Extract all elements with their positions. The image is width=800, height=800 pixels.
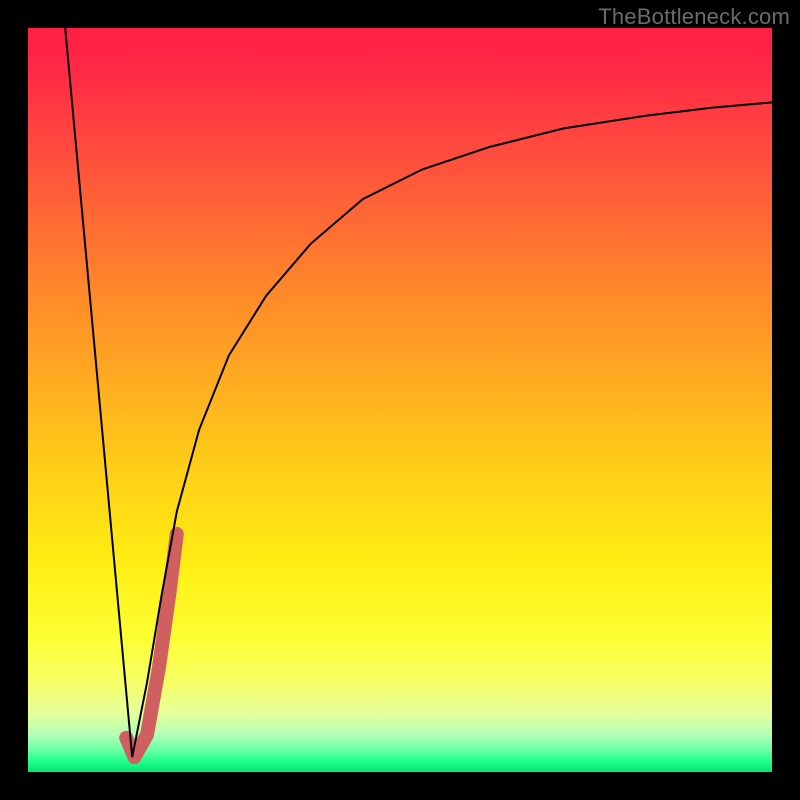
red-j-segment [126,534,177,757]
right-log-curve [132,102,772,757]
chart-frame: TheBottleneck.com [0,0,800,800]
left-descent-line [65,28,132,757]
watermark-text: TheBottleneck.com [598,4,790,30]
curve-layer [28,28,772,772]
plot-area [28,28,772,772]
